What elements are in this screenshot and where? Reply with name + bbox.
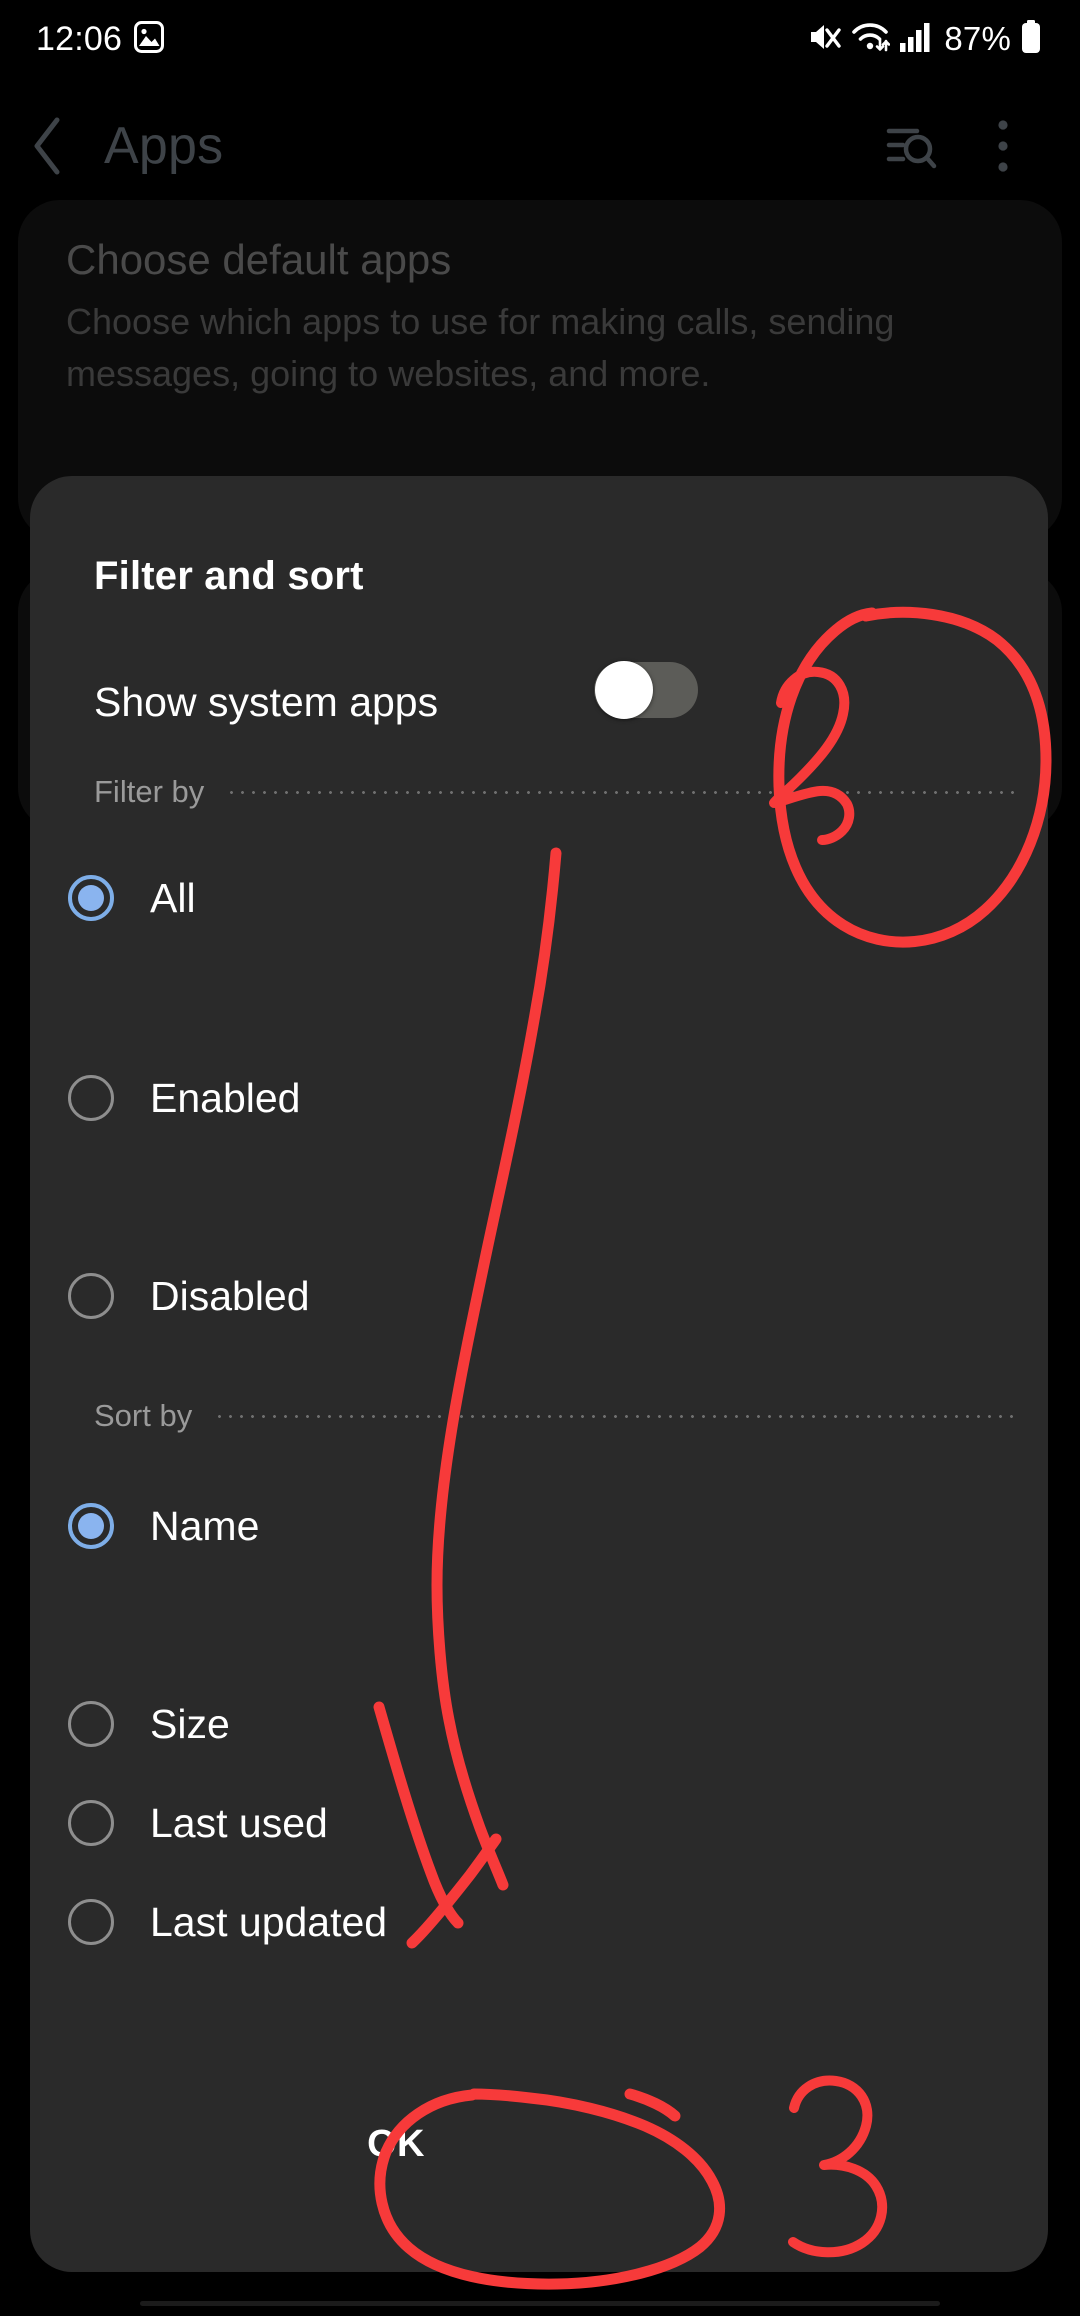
filter-by-divider — [226, 790, 1014, 794]
show-system-apps-row[interactable]: Show system apps — [30, 650, 1048, 754]
sort-by-label: Sort by — [94, 1398, 193, 1433]
radio-last-used[interactable] — [68, 1800, 114, 1846]
filter-option-disabled-label: Disabled — [150, 1272, 310, 1319]
header-actions — [872, 107, 1080, 185]
navigation-gesture-hint — [140, 2301, 940, 2306]
status-bar-left: 12:06 — [36, 19, 165, 59]
app-header: Apps — [0, 96, 1080, 196]
default-apps-title: Choose default apps — [66, 236, 452, 283]
sort-option-name-label: Name — [150, 1502, 260, 1549]
radio-enabled[interactable] — [68, 1075, 114, 1121]
status-bar: 12:06 87% — [0, 0, 1080, 78]
sort-option-size-label: Size — [150, 1700, 230, 1747]
filter-option-enabled-label: Enabled — [150, 1074, 301, 1121]
wifi-icon — [850, 20, 891, 59]
radio-last-updated[interactable] — [68, 1899, 114, 1945]
filter-and-sort-dialog: Filter and sort Show system apps Filter … — [30, 476, 1048, 2272]
ok-button[interactable]: OK — [262, 2096, 530, 2192]
radio-size[interactable] — [68, 1701, 114, 1747]
radio-disabled[interactable] — [68, 1273, 114, 1319]
filter-by-section-header: Filter by — [30, 772, 1048, 812]
battery-percentage: 87% — [944, 20, 1011, 57]
sort-option-last-updated-label: Last updated — [150, 1898, 388, 1945]
battery-icon — [1020, 19, 1042, 59]
filter-option-all-label: All — [150, 874, 196, 921]
sort-option-last-updated[interactable]: Last updated — [30, 1872, 1048, 1972]
radio-name[interactable] — [68, 1503, 114, 1549]
status-time: 12:06 — [36, 19, 123, 58]
sort-option-last-used[interactable]: Last used — [30, 1773, 1048, 1873]
filter-option-disabled[interactable]: Disabled — [30, 1246, 1048, 1346]
radio-all[interactable] — [68, 875, 114, 921]
toggle-knob — [595, 661, 653, 719]
filter-by-label: Filter by — [94, 774, 205, 809]
show-system-apps-toggle[interactable] — [594, 661, 698, 719]
sort-option-name[interactable]: Name — [30, 1476, 1048, 1576]
back-icon[interactable] — [0, 96, 96, 196]
mute-icon — [807, 21, 842, 58]
ok-button-label: OK — [367, 2122, 425, 2165]
status-bar-right: 87% — [807, 19, 1042, 59]
default-apps-description: Choose which apps to use for making call… — [66, 301, 895, 394]
page-title: Apps — [104, 117, 224, 175]
sort-option-last-used-label: Last used — [150, 1799, 328, 1846]
search-filter-icon[interactable] — [872, 107, 950, 185]
more-options-icon[interactable] — [964, 107, 1042, 185]
signal-icon — [899, 21, 933, 58]
sort-option-size[interactable]: Size — [30, 1674, 1048, 1774]
sort-by-divider — [214, 1414, 1014, 1418]
show-system-apps-label: Show system apps — [94, 678, 439, 725]
image-icon — [134, 20, 165, 58]
filter-option-enabled[interactable]: Enabled — [30, 1048, 1048, 1148]
filter-option-all[interactable]: All — [30, 848, 1048, 948]
sort-by-section-header: Sort by — [30, 1396, 1048, 1436]
dialog-title: Filter and sort — [94, 554, 364, 598]
